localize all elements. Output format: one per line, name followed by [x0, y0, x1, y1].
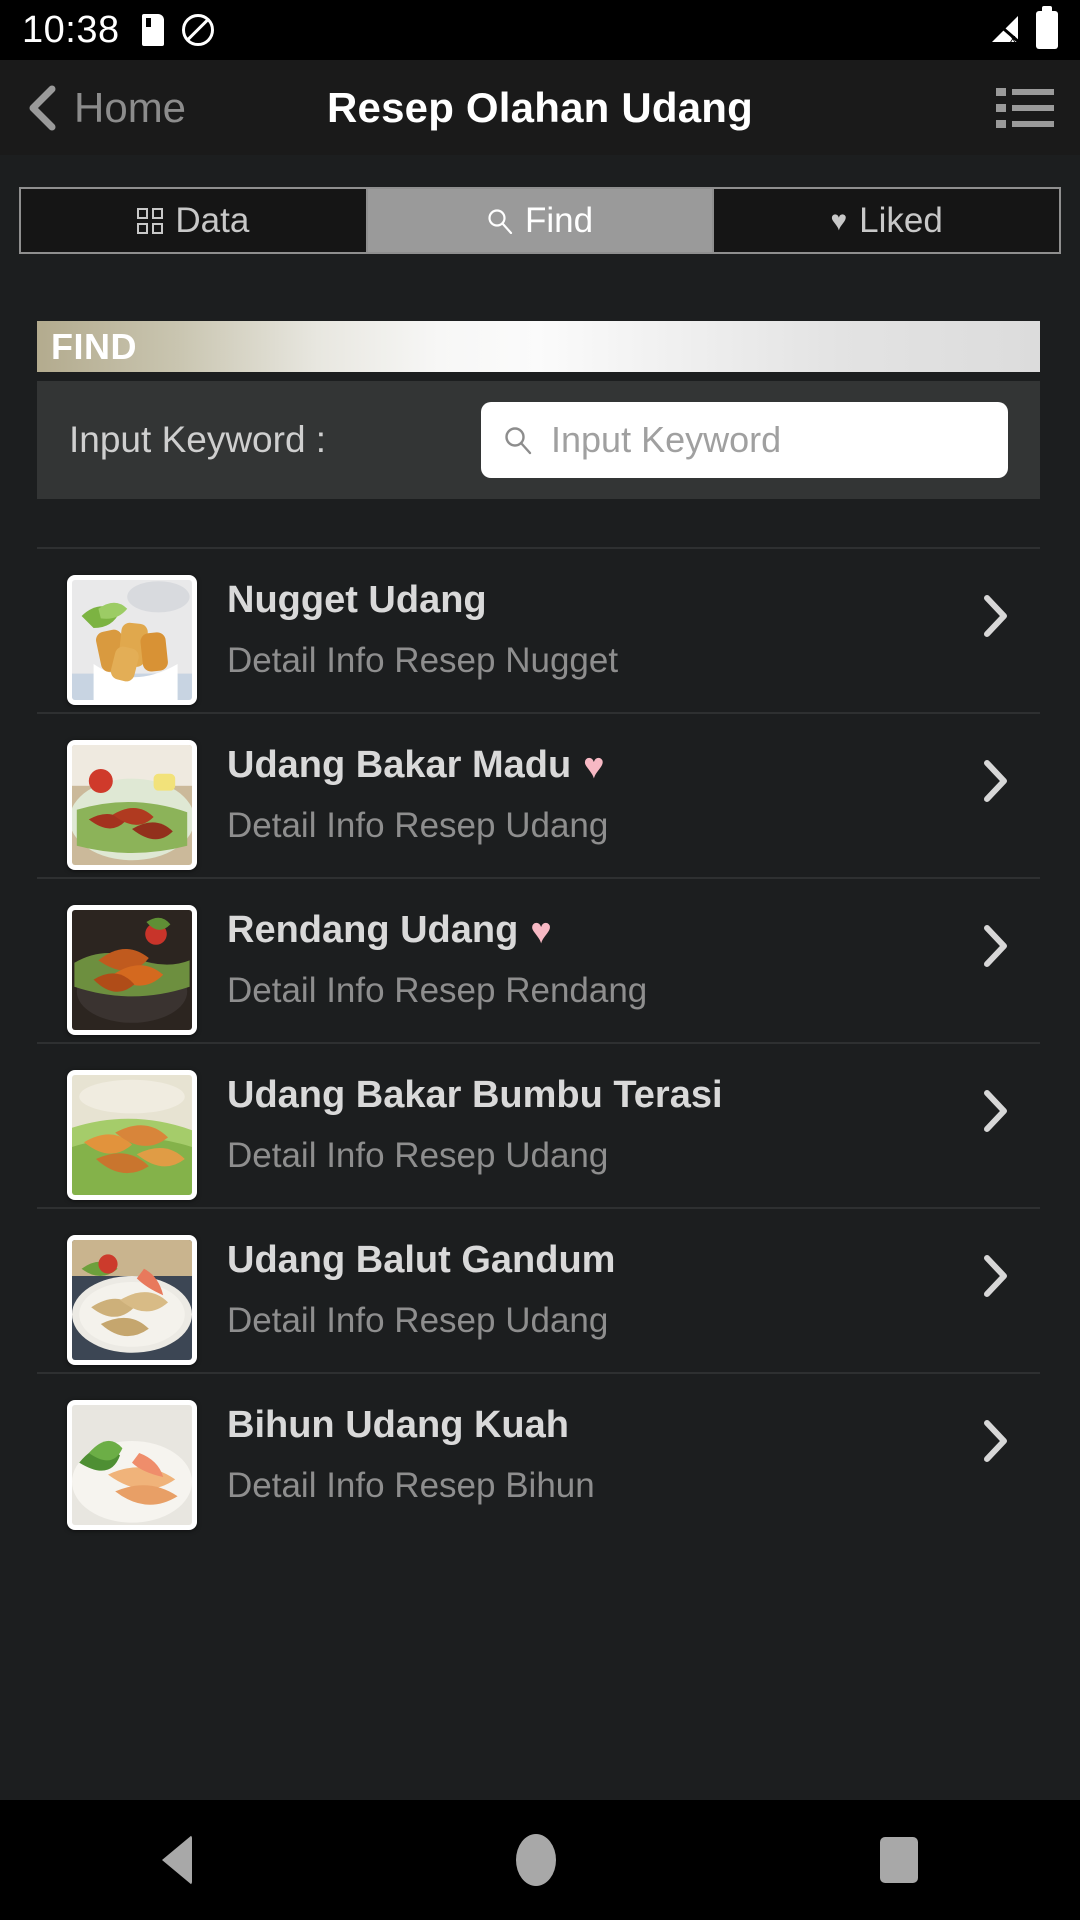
recipe-title-row: Rendang Udang ♥: [227, 909, 1040, 953]
search-input-wrapper[interactable]: [481, 402, 1008, 478]
recipe-thumbnail: [67, 1070, 197, 1200]
back-button[interactable]: Home: [26, 85, 186, 131]
home-circle-icon[interactable]: [516, 1834, 556, 1886]
chevron-right-icon[interactable]: [978, 923, 1012, 969]
recipe-text-block: Udang Balut Gandum Detail Info Resep Uda…: [227, 1235, 1040, 1341]
liked-heart-icon[interactable]: ♥: [530, 912, 551, 949]
recipe-subtitle: Detail Info Resep Rendang: [227, 970, 648, 1010]
chevron-right-icon[interactable]: [978, 1253, 1012, 1299]
search-icon: [487, 208, 513, 234]
recipe-text-block: Udang Bakar Madu ♥ Detail Info Resep Uda…: [227, 740, 1040, 846]
status-left-icons: [141, 14, 214, 46]
recipe-title: Udang Balut Gandum: [227, 1239, 616, 1281]
app-header: Resep Olahan Udang Home: [0, 60, 1080, 155]
list-item[interactable]: Udang Bakar Bumbu Terasi Detail Info Res…: [37, 1042, 1040, 1207]
recipe-thumbnail: [67, 740, 197, 870]
list-item[interactable]: Bihun Udang Kuah Detail Info Resep Bihun: [37, 1372, 1040, 1537]
recipe-subtitle: Detail Info Resep Nugget: [227, 640, 619, 680]
search-panel: Input Keyword :: [37, 381, 1040, 499]
keyword-label: Input Keyword :: [69, 419, 327, 460]
find-section-header: FIND: [37, 321, 1040, 372]
android-nav-bar: [0, 1800, 1080, 1920]
recipe-title: Udang Bakar Bumbu Terasi: [227, 1074, 723, 1116]
content-area: FIND Input Keyword : Input Keyword Nugge…: [0, 254, 1080, 1800]
battery-full-icon: [1036, 6, 1058, 49]
status-right-icons: x: [988, 6, 1058, 49]
chevron-left-icon: [29, 85, 56, 130]
recipe-thumbnail: [67, 1235, 197, 1365]
status-bar: 10:38 x: [0, 0, 1080, 60]
chevron-right-icon[interactable]: [978, 593, 1012, 639]
back-label: Home: [74, 83, 187, 131]
list-item[interactable]: Rendang Udang ♥ Detail Info Resep Rendan…: [37, 877, 1040, 1042]
recipe-title-row: Udang Balut Gandum: [227, 1239, 1040, 1283]
recipe-text-block: Nugget Udang Detail Info Resep Nugget: [227, 575, 1040, 681]
recipe-title: Bihun Udang Kuah: [227, 1404, 569, 1446]
tab-liked[interactable]: ♥ Liked: [714, 189, 1060, 252]
list-menu-icon[interactable]: [996, 86, 1054, 130]
recipe-subtitle: Detail Info Resep Udang: [227, 1135, 609, 1175]
status-time: 10:38: [22, 9, 120, 51]
back-triangle-icon[interactable]: [162, 1835, 192, 1885]
tab-data-label: Data: [175, 200, 250, 240]
tab-liked-label: Liked: [859, 200, 943, 240]
tab-find[interactable]: Find: [367, 189, 715, 252]
tab-find-label: Find: [524, 200, 594, 240]
chevron-right-icon[interactable]: [978, 1418, 1012, 1464]
recipe-result-list: Nugget Udang Detail Info Resep Nugget Ud…: [37, 547, 1040, 1537]
chevron-right-icon[interactable]: [978, 1088, 1012, 1134]
recipe-title: Udang Bakar Madu: [227, 744, 572, 786]
recipe-subtitle: Detail Info Resep Bihun: [227, 1465, 595, 1505]
recipe-title-row: Nugget Udang: [227, 579, 1040, 623]
recipe-title: Nugget Udang: [227, 579, 487, 621]
recents-square-icon[interactable]: [880, 1837, 918, 1883]
grid-icon: [137, 207, 164, 234]
find-section-label: FIND: [51, 325, 137, 367]
list-item[interactable]: Udang Balut Gandum Detail Info Resep Uda…: [37, 1207, 1040, 1372]
recipe-title-row: Bihun Udang Kuah: [227, 1404, 1040, 1448]
recipe-title-row: Udang Bakar Bumbu Terasi: [227, 1074, 1040, 1118]
list-item[interactable]: Nugget Udang Detail Info Resep Nugget: [37, 547, 1040, 712]
segmented-tabbar: Data Find ♥ Liked: [19, 187, 1061, 254]
search-icon: [505, 427, 532, 455]
recipe-thumbnail: [67, 905, 197, 1035]
signal-off-icon: x: [988, 15, 1022, 45]
do-not-disturb-icon: [181, 14, 214, 46]
search-input[interactable]: [551, 419, 986, 461]
recipe-text-block: Rendang Udang ♥ Detail Info Resep Rendan…: [227, 905, 1040, 1011]
recipe-subtitle: Detail Info Resep Udang: [227, 805, 609, 845]
heart-icon: ♥: [830, 204, 848, 236]
recipe-title-row: Udang Bakar Madu ♥: [227, 744, 1040, 788]
recipe-thumbnail: [67, 575, 197, 705]
list-item[interactable]: Udang Bakar Madu ♥ Detail Info Resep Uda…: [37, 712, 1040, 877]
tab-data[interactable]: Data: [21, 189, 368, 252]
recipe-thumbnail: [67, 1400, 197, 1530]
app-screen: 10:38 x Resep Olahan Udang Home Data Fin…: [0, 0, 1080, 1920]
chevron-right-icon[interactable]: [978, 758, 1012, 804]
recipe-subtitle: Detail Info Resep Udang: [227, 1300, 609, 1340]
recipe-text-block: Bihun Udang Kuah Detail Info Resep Bihun: [227, 1400, 1040, 1506]
recipe-title: Rendang Udang: [227, 909, 519, 951]
sd-card-icon: [141, 14, 164, 46]
recipe-text-block: Udang Bakar Bumbu Terasi Detail Info Res…: [227, 1070, 1040, 1176]
liked-heart-icon[interactable]: ♥: [583, 747, 604, 784]
